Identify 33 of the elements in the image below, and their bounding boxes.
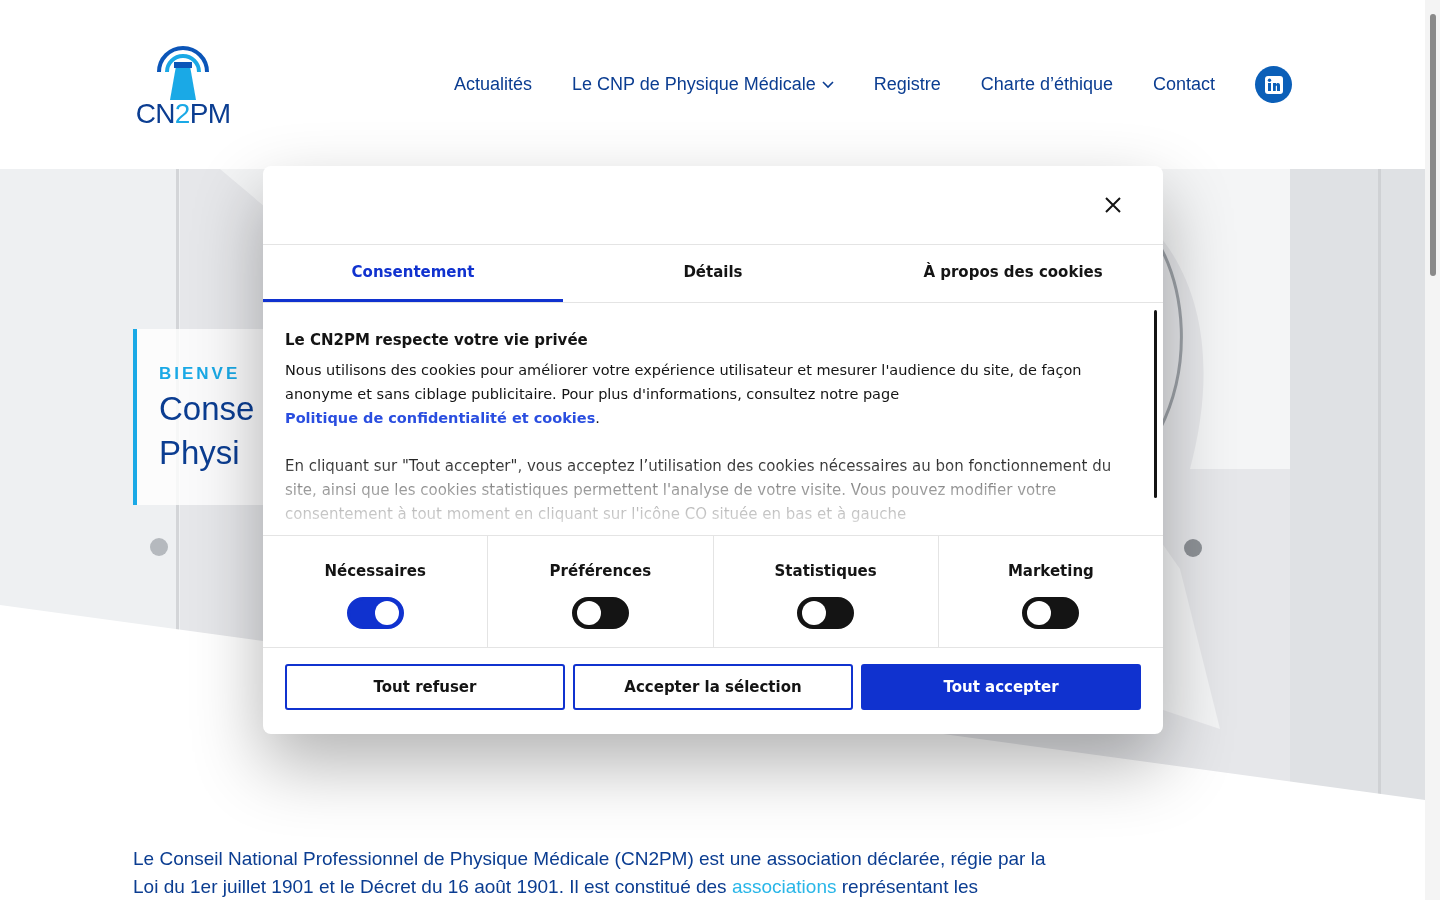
dialog-tab[interactable]: À propos des cookies <box>863 245 1163 302</box>
privacy-policy-link[interactable]: Politique de confidentialité et cookies <box>285 410 596 426</box>
nav-link[interactable]: Charte d’éthique <box>980 71 1113 98</box>
nav-link[interactable]: Le CNP de Physique Médicale <box>572 71 834 98</box>
nav-link[interactable]: Contact <box>1152 71 1215 98</box>
cookie-description: Nous utilisons des cookies pour améliorer votre expérience utilisateur et mesurer l'audience du site, de façon anonyme et sans ciblage publicitaire. Pour plus d'informations, consultez notre page Politique de confidentialité et cookies. <box>285 361 1083 428</box>
page-scrollbar[interactable] <box>1425 0 1440 900</box>
linkedin-icon <box>1264 75 1283 94</box>
linkedin-button[interactable] <box>1255 66 1292 103</box>
chevron-down-icon <box>821 80 834 89</box>
consent-button[interactable]: Accepter la sélection <box>573 664 853 710</box>
category-label: Statistiques <box>774 561 877 582</box>
toggle-switch[interactable] <box>1022 596 1080 629</box>
toggle-switch[interactable] <box>797 596 855 629</box>
dialog-scrollbar[interactable] <box>1154 310 1157 498</box>
category-label: Préférences <box>549 561 652 582</box>
close-icon <box>1105 197 1121 213</box>
hero-kicker: BIENVE <box>159 363 241 385</box>
dialog-tab[interactable]: Consentement <box>263 245 563 302</box>
hero-title-line: Conse <box>159 388 255 429</box>
hero-title-line: Physi <box>159 432 240 473</box>
toggle-switch[interactable] <box>571 596 629 629</box>
consent-button[interactable]: Tout accepter <box>861 664 1141 710</box>
consent-button[interactable]: Tout refuser <box>285 664 565 710</box>
category-label: Nécessaires <box>324 561 426 582</box>
category-label: Marketing <box>1007 561 1094 582</box>
privacy-heading: Le CN2PM respecte votre vie privée <box>285 330 589 351</box>
nav-link[interactable]: Actualités <box>453 71 532 98</box>
dialog-tab[interactable]: Détails <box>563 245 863 302</box>
intro-paragraph: Le Conseil National Professionnel de Physique Médicale (CN2PM) est une association déclarée, régie par la Loi du 1er juillet 1901 et le Décret du 16 août 1901. Il est constitué des associations représentant les <box>133 847 1047 899</box>
nav-link[interactable]: Registre <box>873 71 941 98</box>
toggle-switch[interactable] <box>346 596 404 629</box>
logo-text[interactable]: CN2PM <box>135 99 231 128</box>
